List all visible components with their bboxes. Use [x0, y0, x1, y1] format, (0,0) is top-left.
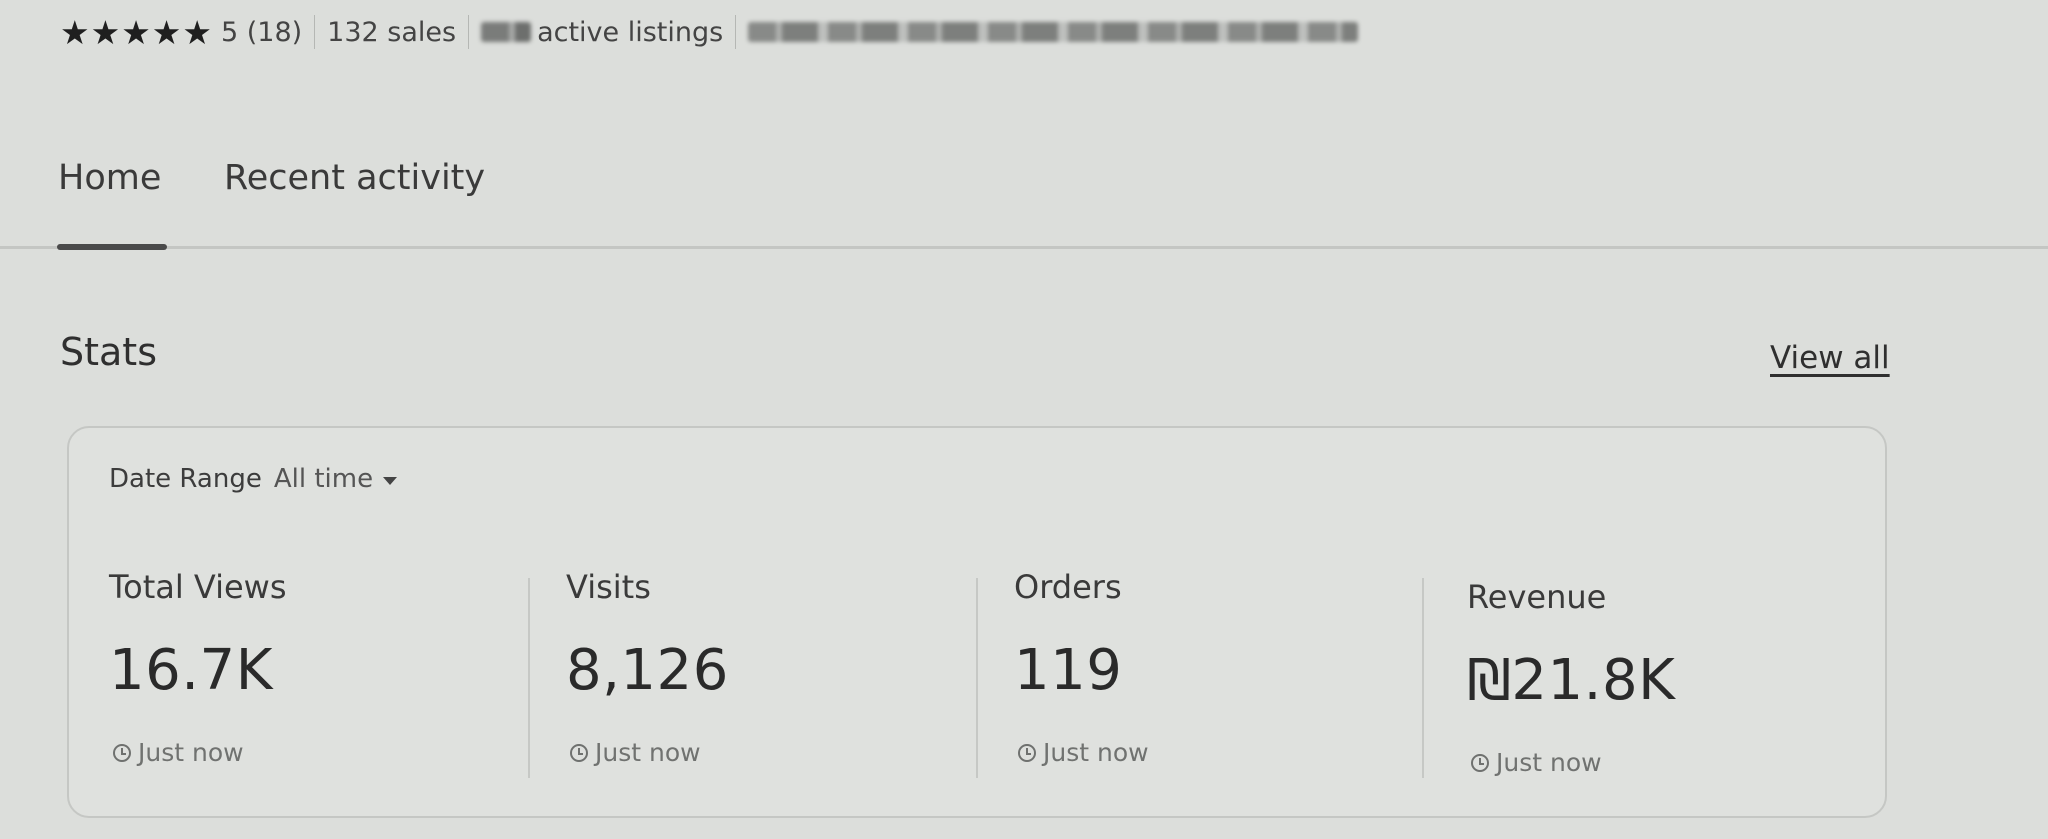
metric-updated: Just now: [1018, 738, 1149, 767]
metric-value: ₪21.8K: [1467, 648, 1676, 713]
caret-down-icon: [383, 476, 398, 485]
active-tab-indicator: [57, 244, 167, 250]
metric-updated: Just now: [113, 738, 244, 767]
clock-icon: [113, 743, 131, 762]
metric-total-views[interactable]: Total Views 16.7K Just now: [109, 568, 489, 780]
metric-visits[interactable]: Visits 8,126 Just now: [566, 568, 946, 780]
redacted-shop-info: [748, 22, 1359, 42]
metric-label: Revenue: [1467, 578, 1607, 616]
active-listings: active listings: [537, 16, 724, 48]
metric-label: Orders: [1014, 568, 1122, 606]
metric-revenue[interactable]: Revenue ₪21.8K Just now: [1467, 578, 1847, 790]
stats-card: Date Range All time Total Views 16.7K Ju…: [67, 426, 1887, 818]
metric-label: Visits: [566, 568, 651, 606]
metric-label: Total Views: [109, 568, 287, 606]
metric-value: 8,126: [566, 638, 729, 703]
divider: [735, 15, 737, 49]
star-icon: ★: [121, 12, 151, 52]
tab-bar: Home Recent activity: [0, 140, 2048, 250]
date-range-label: Date Range: [109, 464, 262, 494]
star-icon: ★: [90, 12, 121, 52]
metric-divider: [976, 578, 978, 778]
clock-icon: [1018, 743, 1036, 762]
clock-icon: [1471, 753, 1489, 772]
divider: [314, 15, 316, 49]
tab-home[interactable]: Home: [58, 158, 161, 198]
star-icon: ★: [182, 12, 212, 52]
clock-icon: [570, 743, 588, 762]
metric-orders[interactable]: Orders 119 Just now: [1014, 568, 1394, 780]
metric-updated: Just now: [1471, 748, 1602, 777]
rating-stars: ★ ★ ★ ★ ★: [60, 16, 213, 49]
metric-value: 16.7K: [109, 638, 273, 703]
metric-updated-text: Just now: [1496, 748, 1602, 777]
view-all-link[interactable]: View all: [1770, 340, 1890, 376]
date-range-dropdown[interactable]: Date Range All time: [109, 464, 398, 494]
shop-meta-bar: ★ ★ ★ ★ ★ 5 (18) 132 sales active listin…: [60, 10, 1359, 54]
metric-updated: Just now: [570, 738, 701, 767]
sales-count: 132 sales: [327, 16, 457, 48]
tab-recent-activity[interactable]: Recent activity: [224, 158, 485, 198]
metric-updated-text: Just now: [595, 738, 701, 767]
star-icon: ★: [60, 12, 90, 52]
redacted-count: [481, 22, 532, 42]
star-icon: ★: [151, 12, 182, 52]
metric-divider: [1422, 578, 1424, 778]
stats-title: Stats: [60, 330, 158, 374]
metric-divider: [528, 578, 530, 778]
metric-value: 119: [1014, 638, 1123, 703]
metric-updated-text: Just now: [1043, 738, 1149, 767]
divider: [468, 15, 470, 49]
metric-updated-text: Just now: [138, 738, 244, 767]
rating-text: 5 (18): [220, 16, 303, 48]
date-range-value: All time: [273, 464, 374, 494]
